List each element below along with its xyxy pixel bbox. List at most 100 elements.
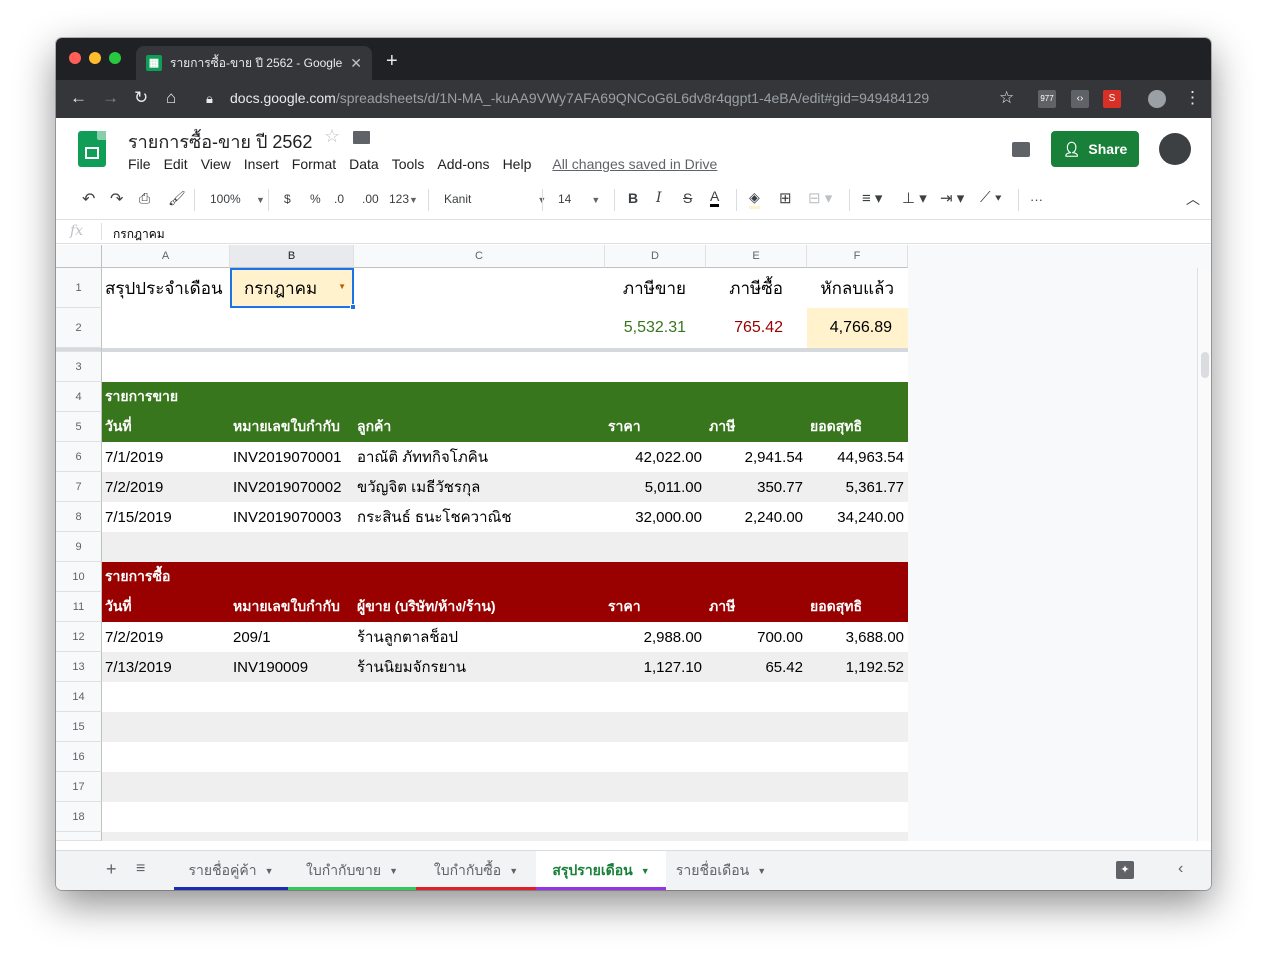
row-header[interactable]: 7 [56, 472, 102, 502]
row-header[interactable]: 11 [56, 592, 102, 622]
purchases-price[interactable]: 2,988.00 [605, 622, 706, 652]
collapse-toolbar-icon[interactable]: ︿ [1186, 189, 1200, 209]
purchases-invoice[interactable]: 209/1 [230, 622, 354, 652]
minimize-window-button[interactable] [89, 52, 101, 64]
horizontal-align-icon[interactable]: ≡ ▾ [862, 189, 882, 207]
zoom-select[interactable]: 100% ▼ [210, 192, 265, 206]
purchase-tax-value[interactable]: 765.42 [706, 308, 807, 348]
purchases-invoice[interactable]: INV190009 [230, 652, 354, 682]
formula-input[interactable]: กรกฎาคม [113, 225, 165, 244]
row-header[interactable]: 15 [56, 712, 102, 742]
sales-date[interactable]: 7/15/2019 [102, 502, 230, 532]
purchases-header-date[interactable]: วันที่ [102, 592, 230, 622]
purchases-header-vendor[interactable]: ผู้ขาย (บริษัท/ห้าง/ร้าน) [354, 592, 605, 622]
menu-format[interactable]: Format [292, 156, 336, 172]
extension-s-icon[interactable]: S [1103, 90, 1121, 108]
home-icon[interactable]: ⌂ [166, 88, 176, 108]
all-sheets-icon[interactable]: ≡ [136, 860, 145, 878]
purchases-header-total[interactable]: ยอดสุทธิ [807, 592, 908, 622]
row-header[interactable]: 5 [56, 412, 102, 442]
star-icon[interactable]: ☆ [324, 126, 340, 147]
back-icon[interactable]: ← [70, 88, 87, 108]
extension-badge-icon[interactable]: 977 [1038, 90, 1056, 108]
sales-tax[interactable]: 2,240.00 [706, 502, 807, 532]
text-color-button[interactable]: A [710, 188, 720, 207]
sales-header-date[interactable]: วันที่ [102, 412, 230, 442]
more-formats-button[interactable]: 123▼ [389, 192, 418, 206]
menu-view[interactable]: View [201, 156, 231, 172]
row-header[interactable]: 18 [56, 802, 102, 832]
column-header-b[interactable]: B [230, 245, 354, 268]
sales-invoice[interactable]: INV2019070001 [230, 442, 354, 472]
sales-header-tax[interactable]: ภาษี [706, 412, 807, 442]
text-rotation-icon[interactable]: ⟋ ▾ [980, 189, 1002, 206]
percent-format-button[interactable]: % [310, 192, 321, 206]
row-header[interactable]: 17 [56, 772, 102, 802]
explore-icon[interactable]: ✦ [1116, 861, 1134, 879]
sheet-tab-sales-invoices[interactable]: ใบกำกับขาย ▼ [288, 851, 416, 890]
purchases-tax[interactable]: 65.42 [706, 652, 807, 682]
sales-tax[interactable]: 2,941.54 [706, 442, 807, 472]
sales-total[interactable]: 34,240.00 [807, 502, 908, 532]
row-header[interactable]: 8 [56, 502, 102, 532]
vertical-scrollbar[interactable] [1197, 268, 1211, 841]
sales-price[interactable]: 42,022.00 [605, 442, 706, 472]
row-header[interactable]: 3 [56, 352, 102, 382]
text-wrap-icon[interactable]: ⇥ ▾ [940, 189, 964, 207]
sales-price[interactable]: 5,011.00 [605, 472, 706, 502]
paint-format-icon[interactable]: 🖌︎ [168, 190, 186, 207]
sales-customer[interactable]: อาณัติ ภัททกิจโภคิน [354, 442, 605, 472]
folder-icon[interactable] [353, 131, 370, 144]
merge-cells-icon[interactable]: ⊟ ▾ [808, 189, 832, 207]
column-header-a[interactable]: A [102, 245, 230, 268]
close-window-button[interactable] [69, 52, 81, 64]
font-size-select[interactable]: 14 ▼ [558, 192, 600, 206]
purchases-header-price[interactable]: ราคา [605, 592, 706, 622]
sales-total[interactable]: 5,361.77 [807, 472, 908, 502]
increase-decimal-button[interactable]: .00 [362, 192, 379, 206]
row-header[interactable]: 12 [56, 622, 102, 652]
purchases-header-invoice[interactable]: หมายเลขใบกำกับ [230, 592, 354, 622]
profile-icon[interactable] [1148, 90, 1166, 108]
sales-date[interactable]: 7/1/2019 [102, 442, 230, 472]
purchases-tax[interactable]: 700.00 [706, 622, 807, 652]
sales-header-total[interactable]: ยอดสุทธิ [807, 412, 908, 442]
purchases-total[interactable]: 3,688.00 [807, 622, 908, 652]
italic-button[interactable]: I [656, 190, 662, 206]
menu-data[interactable]: Data [349, 156, 379, 172]
purchases-date[interactable]: 7/13/2019 [102, 652, 230, 682]
menu-tools[interactable]: Tools [392, 156, 425, 172]
row-header[interactable]: 1 [56, 268, 102, 308]
purchases-total[interactable]: 1,192.52 [807, 652, 908, 682]
sales-total[interactable]: 44,963.54 [807, 442, 908, 472]
row-header[interactable]: 4 [56, 382, 102, 412]
add-sheet-icon[interactable]: + [106, 859, 117, 880]
close-tab-icon[interactable]: ✕ [350, 55, 362, 72]
purchases-vendor[interactable]: ร้านลูกตาลช็อป [354, 622, 605, 652]
column-header-c[interactable]: C [354, 245, 605, 268]
collapse-side-panel-icon[interactable]: ‹ [1178, 860, 1183, 878]
bold-button[interactable]: B [628, 190, 638, 206]
forward-icon[interactable]: → [102, 88, 119, 108]
row-header[interactable]: 6 [56, 442, 102, 472]
menu-insert[interactable]: Insert [244, 156, 279, 172]
purchases-date[interactable]: 7/2/2019 [102, 622, 230, 652]
sheet-tab-purchase-invoices[interactable]: ใบกำกับซื้อ ▼ [416, 851, 536, 890]
sales-date[interactable]: 7/2/2019 [102, 472, 230, 502]
borders-icon[interactable]: ⊞ [779, 189, 792, 207]
row-header[interactable]: 16 [56, 742, 102, 772]
sales-customer[interactable]: ขวัญจิต เมธีวัชรกุล [354, 472, 605, 502]
sheet-tab-partners[interactable]: รายชื่อคู่ค้า ▼ [174, 851, 288, 890]
purchases-vendor[interactable]: ร้านนิยมจักรยาน [354, 652, 605, 682]
more-tools-button[interactable]: ··· [1030, 192, 1043, 207]
summary-label[interactable]: สรุปประจำเดือน [102, 268, 230, 308]
header-purchase-tax[interactable]: ภาษีซื้อ [706, 268, 807, 308]
column-header-e[interactable]: E [706, 245, 807, 268]
row-header[interactable]: 9 [56, 532, 102, 562]
undo-icon[interactable]: ↶ [82, 189, 95, 209]
strikethrough-button[interactable]: S [683, 190, 692, 206]
menu-edit[interactable]: Edit [164, 156, 188, 172]
sales-header-invoice[interactable]: หมายเลขใบกำกับ [230, 412, 354, 442]
sales-invoice[interactable]: INV2019070002 [230, 472, 354, 502]
purchases-header-tax[interactable]: ภาษี [706, 592, 807, 622]
